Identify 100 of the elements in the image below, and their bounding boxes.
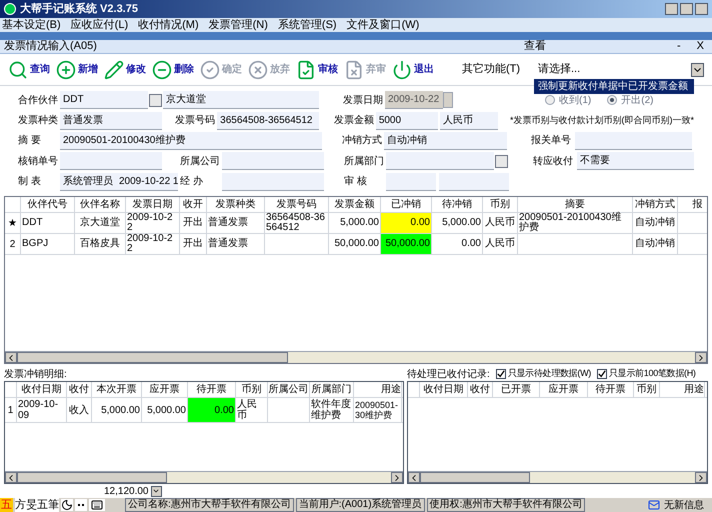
menu-item[interactable]: 文件及窗口(W) (346, 16, 420, 34)
input-field[interactable] (386, 172, 436, 191)
input-field[interactable]: 系统管理员 (60, 172, 116, 191)
column-header[interactable]: 发票种类 (207, 197, 265, 212)
input-field[interactable] (60, 152, 162, 170)
toolbar-button[interactable]: 查询 (8, 60, 50, 80)
column-header[interactable]: 伙伴名称 (75, 197, 126, 212)
input-field[interactable]: 5000 (376, 112, 438, 130)
menu-item[interactable]: 基本设定(B) (2, 16, 61, 34)
input-field[interactable] (222, 172, 324, 191)
input-field[interactable]: DDT (60, 91, 148, 110)
column-header[interactable]: 用途 (660, 382, 705, 397)
input-field[interactable]: 自动冲销 (384, 132, 507, 150)
scroll-left-button[interactable] (5, 352, 17, 363)
lookup-button[interactable] (149, 94, 162, 107)
document-check-icon (296, 60, 316, 80)
radio-button[interactable] (607, 95, 618, 106)
input-field[interactable]: 2009-10-22 1 (116, 172, 178, 191)
window-title: 大帮手记账系统 V2.3.75 (20, 2, 138, 17)
column-header[interactable]: 已冲销 (381, 197, 432, 212)
section-title: 待处理已收付记录: (407, 368, 490, 382)
toolbar-button[interactable]: 审核 (296, 60, 338, 80)
menu-item[interactable]: 系统管理(S) (278, 16, 337, 34)
column-header[interactable]: 冲销方式 (633, 197, 678, 212)
column-header[interactable]: 发票日期 (126, 197, 180, 212)
column-header[interactable]: 收付 (67, 382, 92, 397)
input-field[interactable]: 京大道堂 (163, 91, 319, 110)
scroll-left-button[interactable] (5, 472, 17, 483)
column-header[interactable]: 所属部门 (310, 382, 354, 397)
toolbar-button[interactable]: 新增 (56, 60, 98, 80)
input-field[interactable] (386, 152, 494, 170)
ime-name[interactable]: 方旻五筆 (15, 498, 59, 512)
column-header[interactable]: 摘要 (518, 197, 633, 212)
toolbar-button[interactable]: 退出 (392, 60, 434, 80)
dropdown-option[interactable]: 强制更新收付单据中已开发票金额 (534, 78, 694, 94)
scrollbar-thumb[interactable] (420, 472, 530, 483)
column-header[interactable]: 待开票 (588, 382, 634, 397)
checkbox-label: 只显示待处理数据(W) (508, 367, 591, 380)
input-field[interactable]: 普通发票 (60, 112, 162, 130)
column-header[interactable]: 本次开票 (92, 382, 142, 397)
field-label: 发票号码 (175, 114, 216, 128)
power-icon (392, 60, 412, 80)
menu-item[interactable]: 应收应付(L) (70, 16, 128, 34)
table-cell: 人民币 (483, 234, 518, 254)
input-field[interactable]: 不需要 (577, 152, 694, 170)
column-header[interactable]: 待开票 (188, 382, 236, 397)
column-header[interactable]: 待冲销 (432, 197, 483, 212)
radio-label: 收到(1) (559, 94, 592, 108)
function-select[interactable]: 请选择... (534, 62, 704, 78)
menu-item[interactable]: 收付情况(M) (138, 16, 199, 34)
spinner-button[interactable] (443, 92, 453, 108)
scrollbar-thumb[interactable] (17, 472, 167, 483)
radio-button[interactable] (545, 95, 555, 106)
column-header[interactable]: 收付日期 (17, 382, 67, 397)
scroll-right-button[interactable] (391, 472, 403, 483)
lookup-button[interactable] (495, 154, 508, 168)
menu-item[interactable]: 发票管理(N) (208, 16, 268, 34)
input-field[interactable]: 人民币 (440, 112, 498, 130)
dots-icon[interactable] (75, 499, 87, 511)
column-header[interactable]: 已开票 (493, 382, 540, 397)
toolbar-button[interactable]: 修改 (104, 60, 146, 80)
column-header[interactable]: 用途 (354, 382, 402, 397)
table-cell: 20090501- 30维护费 (354, 398, 402, 422)
input-field[interactable] (439, 172, 509, 191)
scroll-right-button[interactable] (695, 352, 707, 363)
column-header[interactable]: 币别 (634, 382, 660, 397)
table-cell: 自动冲销 (633, 234, 678, 254)
scrollbar-thumb[interactable] (17, 352, 288, 363)
column-header[interactable]: 收付 (468, 382, 493, 397)
status-segment: 使用权:惠州市大帮手软件有限公司 (426, 498, 586, 512)
column-header[interactable]: 所属公司 (268, 382, 310, 397)
input-field[interactable]: 36564508-36564512 (217, 112, 320, 130)
scroll-right-button[interactable] (695, 472, 707, 483)
column-header[interactable]: 币别 (483, 197, 518, 212)
column-header[interactable]: 应开票 (142, 382, 188, 397)
column-header[interactable]: 收付日期 (420, 382, 468, 397)
minimize-button[interactable]: - (672, 38, 685, 55)
scroll-left-button[interactable] (408, 472, 420, 483)
other-functions-label: 其它功能(T) (462, 62, 520, 78)
field-label: 所属部门 (344, 154, 385, 169)
dropdown-button[interactable] (150, 486, 162, 496)
close-button[interactable] (695, 3, 708, 15)
column-header[interactable]: 发票金额 (329, 197, 381, 212)
column-header[interactable]: 发票号码 (265, 197, 329, 212)
minimize-button[interactable] (665, 3, 678, 15)
moon-icon[interactable] (61, 499, 73, 511)
restore-button[interactable] (680, 3, 693, 15)
column-header[interactable]: 应开票 (540, 382, 588, 397)
input-field[interactable]: 20090501-20100430维护费 (60, 132, 322, 150)
close-button[interactable]: X (692, 38, 708, 55)
checkbox[interactable] (596, 369, 607, 379)
column-header[interactable]: 收开 (180, 197, 207, 212)
input-field[interactable] (222, 152, 324, 170)
column-header[interactable]: 币别 (236, 382, 268, 397)
column-header[interactable]: 报 (678, 197, 707, 212)
column-header[interactable]: 伙伴代号 (21, 197, 75, 212)
keyboard-icon[interactable] (89, 499, 105, 511)
input-field[interactable] (575, 132, 692, 150)
checkbox[interactable] (496, 369, 506, 379)
toolbar-button[interactable]: 删除 (152, 60, 194, 80)
